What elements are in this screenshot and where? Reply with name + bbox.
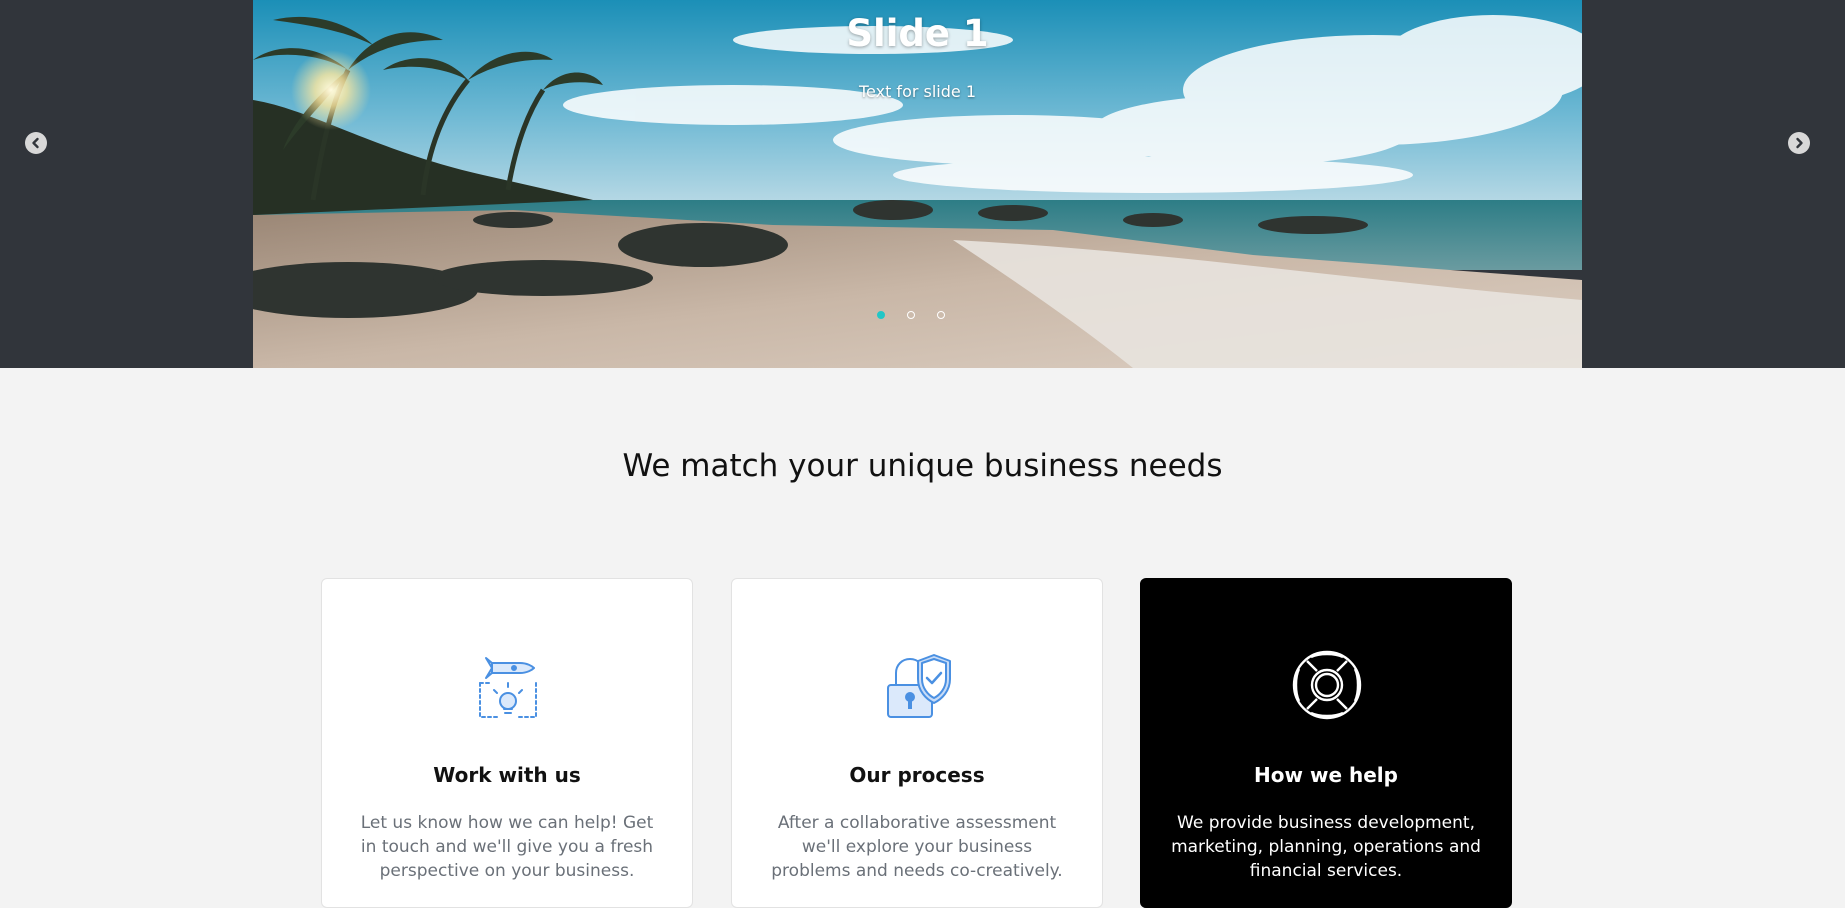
card-work-with-us: Work with us Let us know how we can help… (321, 578, 693, 908)
slide-text: Text for slide 1 (858, 82, 977, 101)
chevron-left-icon (32, 137, 39, 149)
card-how-we-help: How we help We provide business developm… (1140, 578, 1512, 908)
card-text: Let us know how we can help! Get in touc… (360, 813, 654, 881)
carousel-prev-button[interactable] (25, 132, 47, 154)
card-text: We provide business development, marketi… (1171, 813, 1481, 881)
card-title: How we help (1254, 763, 1398, 787)
chevron-right-icon (1796, 137, 1803, 149)
carousel-indicators (877, 311, 945, 319)
carousel-dot-2[interactable] (907, 311, 915, 319)
card-title: Our process (849, 763, 985, 787)
carousel-next-button[interactable] (1788, 132, 1810, 154)
card-title: Work with us (433, 763, 581, 787)
carousel-dot-3[interactable] (937, 311, 945, 319)
slide-title: Slide 1 (846, 12, 989, 55)
lock-shield-icon (887, 654, 951, 718)
card-our-process: Our process After a collaborative assess… (731, 578, 1103, 908)
lifebuoy-icon (1292, 650, 1362, 720)
section-title: We match your unique business needs (622, 448, 1223, 484)
carousel-dot-1[interactable] (877, 311, 885, 319)
card-text: After a collaborative assessment we'll e… (771, 813, 1063, 881)
hero-carousel: Slide 1 Text for slide 1 (0, 0, 1845, 368)
rocket-lightbulb-icon (479, 657, 537, 718)
